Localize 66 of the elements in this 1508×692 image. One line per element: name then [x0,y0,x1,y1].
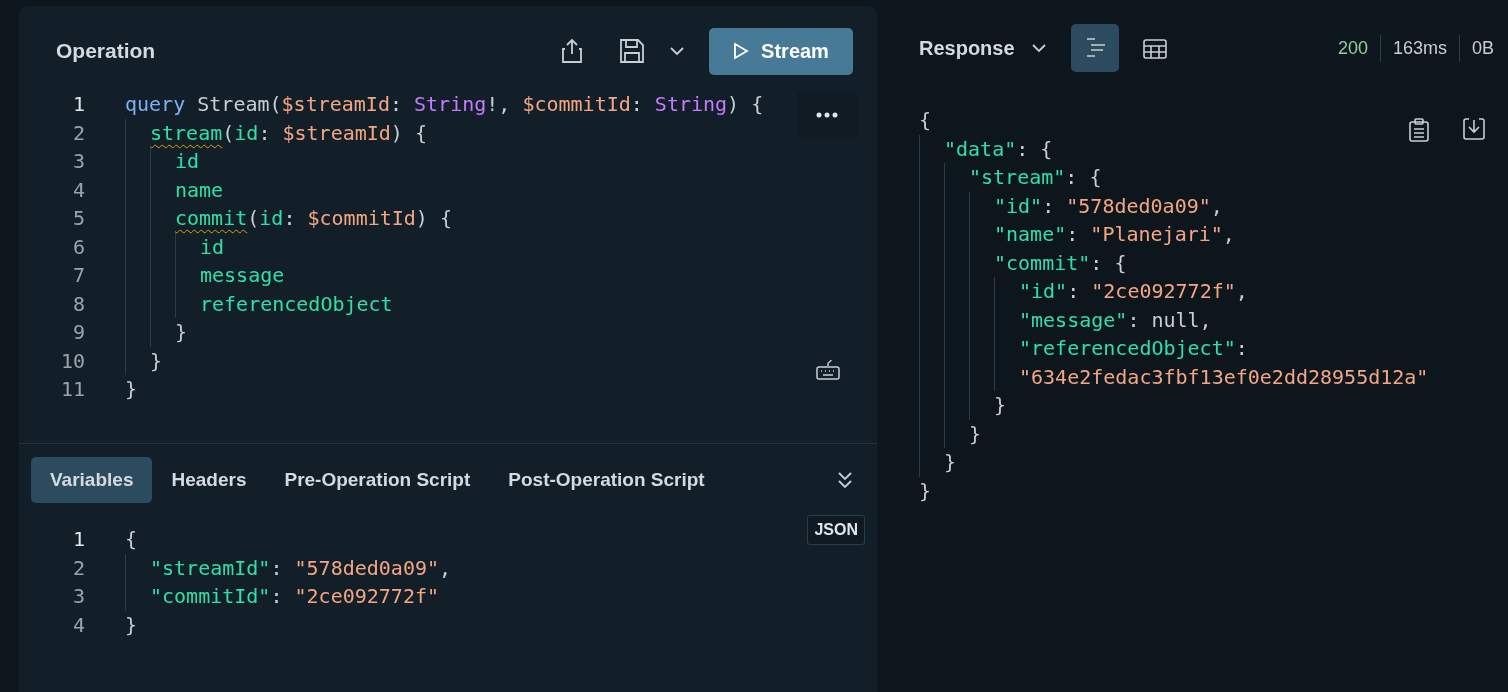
code-line: id [175,148,200,175]
code-line: stream(id: $streamId) { [150,119,427,147]
code-line: "stream": { [969,164,1102,191]
panel-title: Operation [56,38,156,65]
code-line: commit(id: $commitId) { [175,205,452,232]
tab[interactable]: Pre-Operation Script [265,457,490,503]
line-number: 6 [71,233,85,261]
line-number: 5 [71,205,85,232]
line-number: 4 [71,611,85,639]
line-number: 3 [71,148,85,175]
collapse-icon[interactable] [837,471,853,489]
code-line: message [200,262,285,289]
code-line: "id": "578ded0a09", [994,192,1223,220]
code-line: } [919,477,932,505]
more-options-icon[interactable] [797,92,857,137]
line-number: 1 [71,526,85,553]
download-icon[interactable] [1463,118,1485,140]
tab[interactable]: Variables [31,457,153,503]
tab[interactable]: Post-Operation Script [489,457,724,503]
line-number: 8 [71,290,85,318]
format-toggle[interactable]: JSON [807,515,865,545]
save-icon[interactable] [619,38,645,64]
code-line: name [175,176,224,204]
caret-icon[interactable] [669,46,685,56]
status-code: 200 [1336,36,1369,60]
line-number: 7 [71,262,85,289]
line-number: 2 [71,554,85,582]
code-line: "referencedObject": [1019,335,1248,362]
code-line: "id": "2ce092772f", [1019,278,1248,305]
code-line: "commit": { [994,249,1127,277]
line-number: 4 [71,176,85,204]
code-line: "streamId": "578ded0a09", [150,554,452,582]
code-line: "message": null, [1019,306,1212,334]
stream-button[interactable]: Stream [709,27,853,75]
code-line: } [125,611,138,639]
line-number: 9 [71,319,85,346]
response-title[interactable]: Response [919,33,1015,63]
share-icon[interactable] [561,38,583,64]
code-line: } [944,449,957,476]
caret-icon[interactable] [1030,43,1047,53]
response-time: 163ms [1379,34,1459,62]
code-line: "data": { [944,135,1053,163]
code-line: } [969,420,982,448]
tab[interactable]: Headers [152,457,266,503]
line-number: 11 [59,376,85,403]
line-number: 10 [59,347,85,375]
code-line: id [200,233,225,261]
code-line: { [919,107,932,134]
code-line: "634e2fedac3fbf13ef0e2dd28955d12a" [1019,363,1429,391]
line-number: 3 [71,583,85,610]
code-line: } [175,319,188,346]
code-line: query Stream($streamId: String!, $commitId: String) { [125,91,764,118]
code-line: } [125,376,138,403]
line-number: 1 [71,91,85,118]
code-line: "commitId": "2ce092772f" [150,583,439,610]
code-line: { [125,526,138,553]
line-number: 2 [71,119,85,147]
play-icon [733,42,750,60]
code-line: } [994,392,1007,419]
code-line: referencedObject [200,290,393,318]
code-line: } [150,347,163,375]
clipboard-icon[interactable] [1409,118,1429,142]
keyboard-icon[interactable] [816,360,840,380]
format-icon[interactable] [1070,24,1119,72]
code-line: "name": "Planejari", [994,221,1235,248]
response-size: 0B [1458,34,1500,62]
